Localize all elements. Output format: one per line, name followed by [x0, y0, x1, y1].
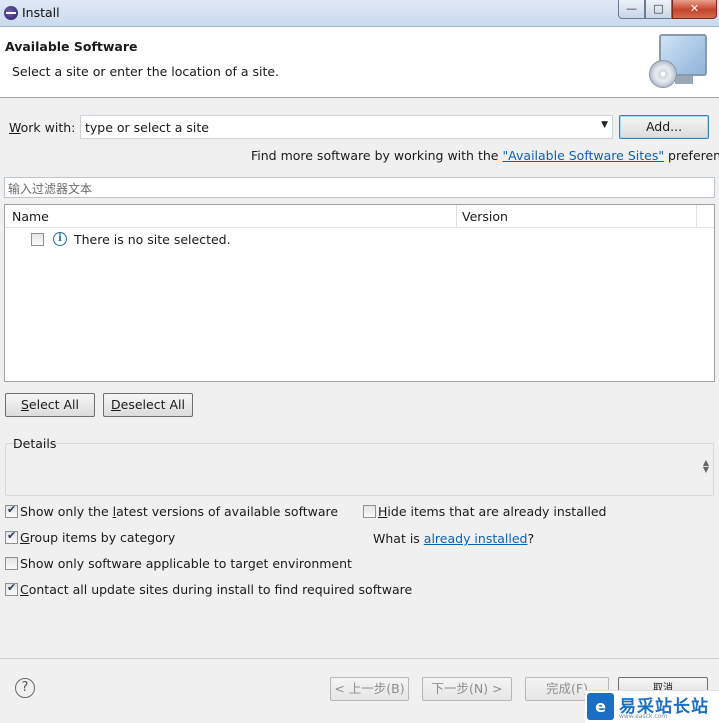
details-scrollbar[interactable]: ▲ ▼	[703, 459, 709, 474]
next-button[interactable]: 下一步(N) >	[422, 677, 512, 701]
details-label: Details	[13, 436, 57, 451]
details-panel: ▲ ▼	[5, 443, 714, 496]
row-text: There is no site selected.	[74, 232, 231, 247]
install-monitor-icon	[647, 32, 709, 92]
back-button[interactable]: < 上一步(B)	[330, 677, 409, 701]
page-subtitle: Select a site or enter the location of a…	[12, 64, 280, 79]
filter-input[interactable]: 输入过滤器文本	[4, 177, 715, 198]
minimize-button[interactable]: —	[618, 0, 645, 19]
applicable-only-checkbox[interactable]	[5, 557, 18, 570]
wizard-header: Available Software Select a site or ente…	[0, 27, 719, 98]
close-button[interactable]: ✕	[672, 0, 717, 19]
already-installed-link[interactable]: already installed	[424, 531, 528, 546]
info-icon: i	[53, 232, 67, 246]
page-title: Available Software	[5, 39, 138, 54]
group-by-category-checkbox[interactable]	[5, 529, 18, 544]
software-table: Name Version i There is no site selected…	[4, 204, 715, 382]
hide-installed-checkbox[interactable]	[363, 505, 376, 518]
work-with-label: Work with:	[9, 120, 76, 135]
chevron-down-icon[interactable]: ▼	[601, 120, 608, 130]
help-icon[interactable]: ?	[15, 678, 35, 698]
column-header-name[interactable]: Name	[12, 209, 49, 224]
eclipse-app-icon	[4, 6, 18, 20]
title-bar: Install — □ ✕	[0, 0, 719, 27]
work-with-combo[interactable]: type or select a site ▼	[80, 115, 613, 139]
column-header-version[interactable]: Version	[462, 209, 508, 224]
footer-divider	[0, 658, 719, 659]
watermark-logo: e	[587, 693, 614, 720]
watermark-url: www.easck.com	[619, 713, 668, 720]
table-header: Name Version	[5, 205, 714, 228]
site-watermark: e 易采站长站 www.easck.com	[585, 690, 719, 723]
select-all-button[interactable]: Select All	[5, 393, 95, 417]
contact-update-sites-checkbox[interactable]	[5, 581, 18, 596]
window-title: Install	[22, 5, 60, 20]
latest-versions-checkbox[interactable]	[5, 503, 18, 518]
deselect-all-button[interactable]: Deselect All	[103, 393, 193, 417]
what-is-installed-text: What is already installed?	[373, 531, 535, 546]
row-checkbox[interactable]	[31, 233, 44, 246]
find-more-text: Find more software by working with the "…	[251, 148, 719, 163]
work-with-combo-value: type or select a site	[85, 120, 209, 135]
add-site-button[interactable]: Add...	[619, 115, 709, 139]
maximize-button[interactable]: □	[645, 0, 672, 19]
available-software-sites-link[interactable]: "Available Software Sites"	[502, 148, 664, 163]
